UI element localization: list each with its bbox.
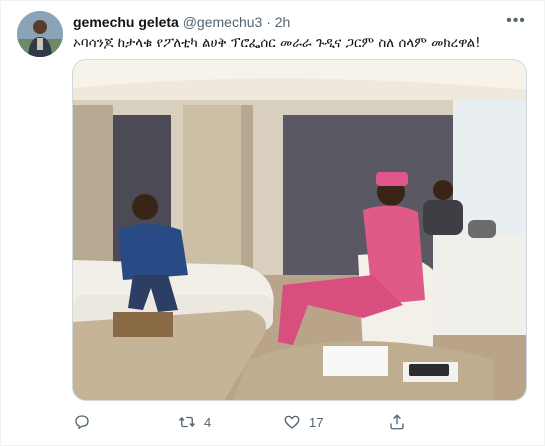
- more-horizontal-icon[interactable]: •••: [506, 11, 526, 31]
- tweet-actions: 4 17: [73, 411, 493, 433]
- tweet-time[interactable]: 2h: [275, 14, 291, 30]
- avatar-image: [17, 11, 63, 57]
- heart-icon: [284, 415, 300, 429]
- avatar[interactable]: [17, 11, 63, 57]
- share-icon: [390, 414, 404, 430]
- tweet-header: gemechu geleta @gemechu3 · 2h: [73, 13, 504, 31]
- share-button[interactable]: [388, 413, 493, 431]
- separator-dot: ·: [266, 14, 271, 30]
- retweet-icon: [178, 416, 196, 428]
- tweet-text: ኦባሳንጆ ከታላቁ የፖለቲካ ልሀቅ ፕሮፌሰር መራራ ጉዲና ጋርም ስ…: [73, 35, 481, 51]
- reply-icon: [75, 415, 89, 430]
- like-button[interactable]: 17: [283, 413, 388, 431]
- like-count: 17: [309, 414, 324, 430]
- retweet-button[interactable]: 4: [178, 413, 283, 431]
- photo-image: [73, 60, 526, 400]
- author-handle[interactable]: @gemechu3: [183, 14, 263, 30]
- author-name[interactable]: gemechu geleta: [73, 14, 179, 30]
- reply-button[interactable]: [73, 413, 178, 431]
- retweet-count: 4: [204, 414, 212, 430]
- tweet-card[interactable]: gemechu geleta @gemechu3 · 2h ••• ኦባሳንጆ …: [0, 0, 545, 446]
- tweet-photo[interactable]: [72, 59, 527, 401]
